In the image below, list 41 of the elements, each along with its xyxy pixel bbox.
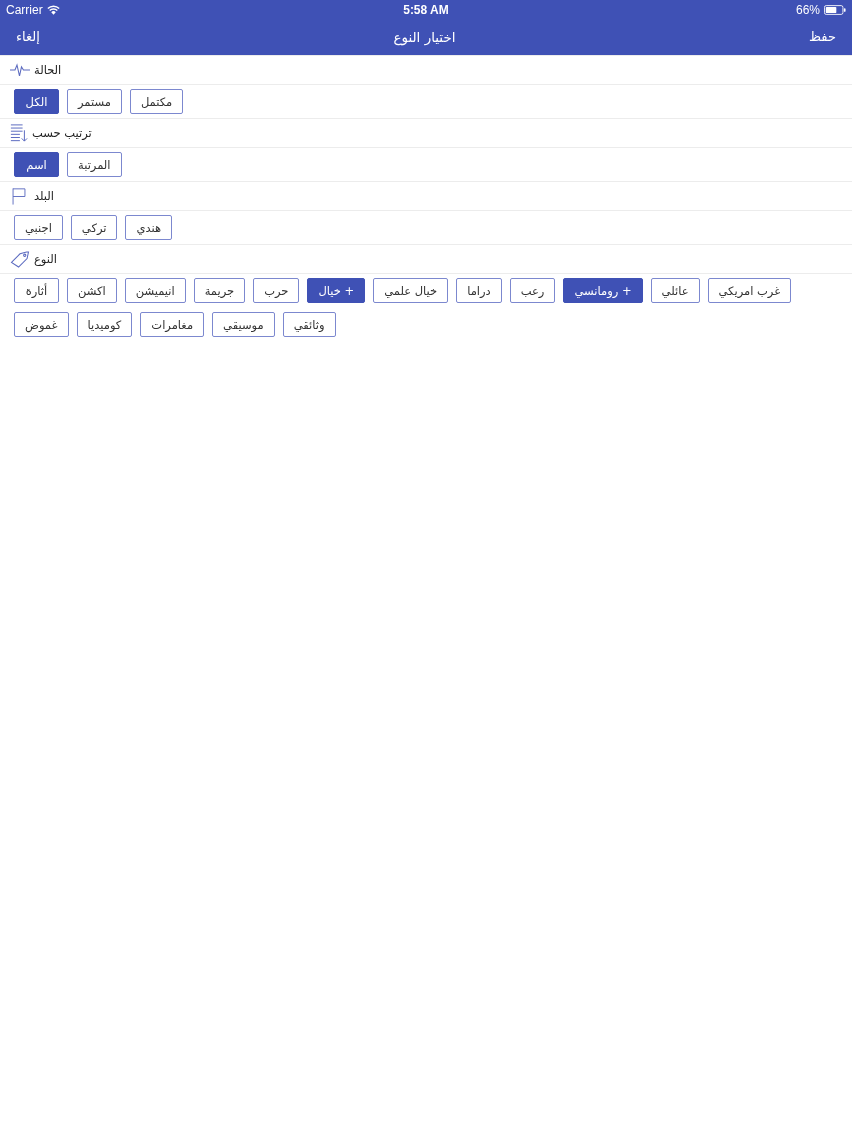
filter-option-button[interactable]: كوميديا [76,312,133,337]
save-button[interactable]: حفظ [809,29,836,44]
filter-option-button[interactable]: مستمر [67,89,122,114]
filter-option-button[interactable]: اجنبي [14,215,63,240]
filter-option-button[interactable]: المرتبة [67,152,122,177]
filter-option-button[interactable]: + رومانسي [563,278,643,303]
filter-option-button[interactable]: جريمة [193,278,246,303]
screen-title: اختيار النوع [393,28,456,45]
filter-option-button[interactable]: عائلي [650,278,700,303]
filter-option-button[interactable]: انيميشن [124,278,186,303]
filter-option-button[interactable]: مكتمل [129,89,184,114]
section-title: النوع [34,252,57,266]
filter-option-button[interactable]: أثارة [14,278,59,303]
filter-option-button[interactable]: + خيال [307,278,366,303]
filter-option-button[interactable]: وثائقي [282,312,336,337]
filter-option-button[interactable]: غموض [14,312,69,337]
filter-option-button[interactable]: خيال علمي [373,278,449,303]
filter-option-button[interactable]: اسم [14,152,59,177]
filter-option-button[interactable]: حرب [253,278,300,303]
wifi-icon [46,5,60,15]
filter-option-button[interactable]: تركي [70,215,118,240]
battery-icon [824,5,846,15]
carrier-label: Carrier [6,3,43,17]
cancel-button[interactable]: إلغاء [16,29,40,44]
battery-percentage: 66% [795,3,820,17]
filter-option-button[interactable]: غرب امريكي [707,278,792,303]
sort-list-icon [10,124,28,142]
filter-option-button[interactable]: موسيقي [212,312,275,337]
clock-time: 5:58 AM [403,3,449,17]
filter-option-button[interactable]: اكشن [67,278,117,303]
filter-option-button[interactable]: مغامرات [140,312,205,337]
section-title: الحالة [34,63,62,77]
section-title: ترتيب حسب [32,126,92,140]
filter-option-button[interactable]: الكل [14,89,59,114]
filter-option-button[interactable]: هندي [125,215,173,240]
flag-icon [12,187,26,205]
pulse-icon [10,63,30,77]
filter-option-button[interactable]: دراما [456,278,502,303]
filter-option-button[interactable]: رعب [509,278,556,303]
section-title: البلد [34,189,54,203]
tag-icon [10,250,30,268]
